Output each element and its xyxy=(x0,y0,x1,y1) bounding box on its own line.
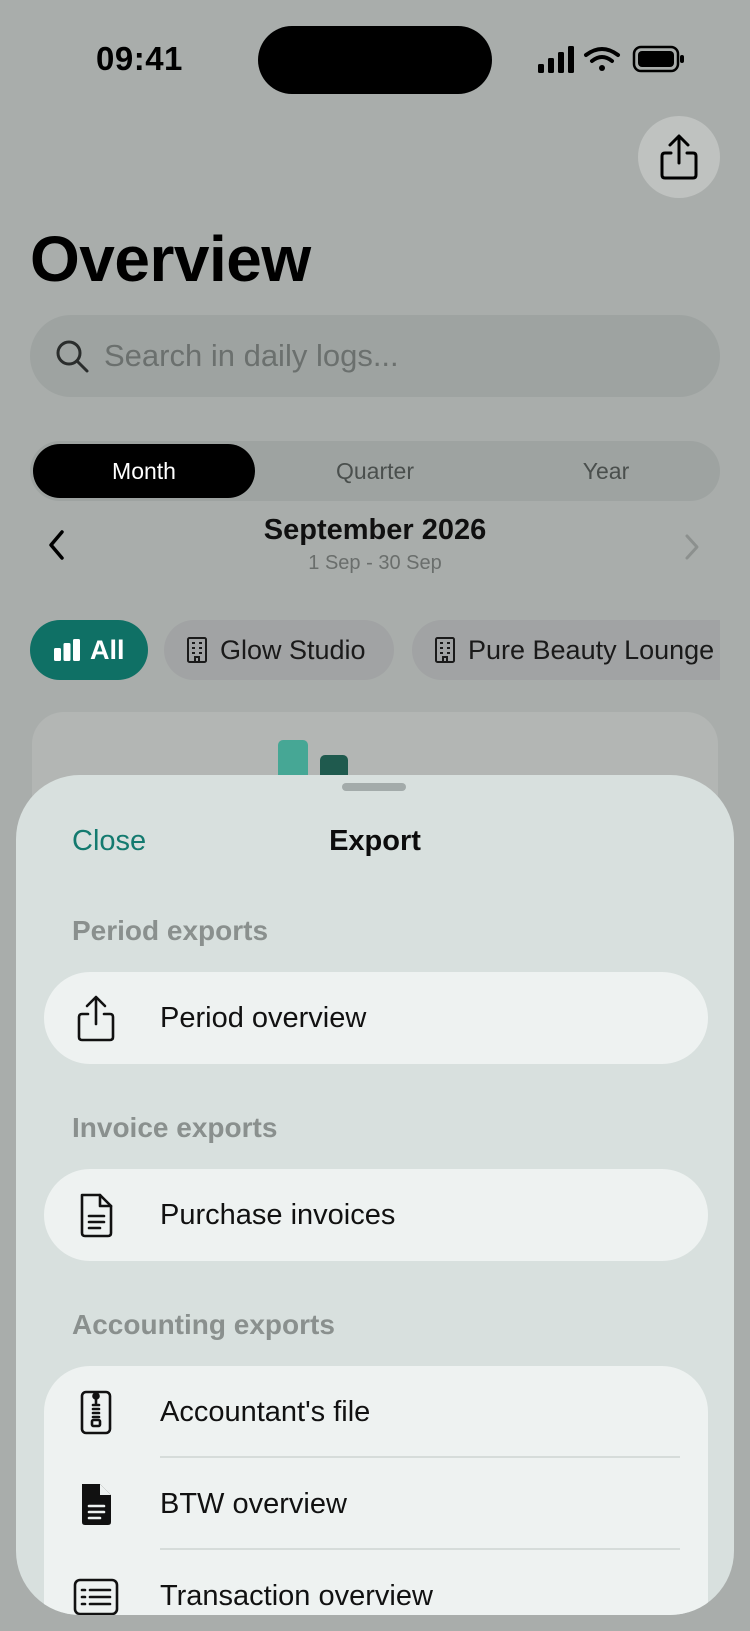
segment-year[interactable]: Year xyxy=(495,444,717,498)
list-icon xyxy=(73,1578,119,1615)
export-row-transaction-overview[interactable]: Transaction overview xyxy=(44,1550,708,1615)
period-range: 1 Sep - 30 Sep xyxy=(308,552,442,574)
filled-document-icon xyxy=(82,1484,111,1525)
period-segmented-control: Month Quarter Year xyxy=(30,441,720,501)
filter-chip-glow-studio[interactable]: Glow Studio xyxy=(164,620,394,680)
filter-chip-label: All xyxy=(90,634,125,665)
row-label: Accountant's file xyxy=(160,1395,371,1428)
export-row-btw-overview[interactable]: BTW overview xyxy=(44,1458,708,1550)
close-button[interactable]: Close xyxy=(72,825,146,858)
status-icons xyxy=(538,45,684,73)
document-icon xyxy=(80,1193,113,1238)
dynamic-island xyxy=(258,26,492,94)
row-label: Transaction overview xyxy=(160,1579,433,1612)
row-label: Purchase invoices xyxy=(160,1198,396,1231)
segment-quarter[interactable]: Quarter xyxy=(264,444,486,498)
invoice-exports-group: Purchase invoices xyxy=(44,1169,708,1261)
filter-chip-all[interactable]: All xyxy=(30,620,148,680)
export-row-period-overview[interactable]: Period overview xyxy=(44,972,708,1064)
signal-icon xyxy=(538,46,574,73)
share-icon xyxy=(660,134,698,180)
export-row-accountants-file[interactable]: Accountant's file xyxy=(44,1366,708,1458)
export-sheet: Export Close Period exports Period overv… xyxy=(16,775,734,1615)
segment-month[interactable]: Month xyxy=(33,444,255,498)
building-icon xyxy=(435,637,455,663)
filter-chip-label: Pure Beauty Lounge xyxy=(468,634,715,665)
accounting-exports-group: Accountant's file BTW overview Transacti… xyxy=(44,1366,708,1615)
sheet-grabber[interactable] xyxy=(342,783,406,791)
section-heading-invoice: Invoice exports xyxy=(72,1112,278,1143)
search-icon xyxy=(56,340,89,373)
chevron-right-icon[interactable] xyxy=(682,532,702,562)
filter-chip-label: Glow Studio xyxy=(220,634,366,665)
section-heading-accounting: Accounting exports xyxy=(72,1309,335,1340)
share-button[interactable] xyxy=(638,116,720,198)
row-label: BTW overview xyxy=(160,1487,347,1520)
search-input[interactable]: Search in daily logs... xyxy=(104,338,399,374)
page-title: Overview xyxy=(30,223,311,295)
bar-chart-icon xyxy=(54,639,80,661)
period-label: September 2026 xyxy=(263,514,487,546)
building-icon xyxy=(187,637,207,663)
filter-chip-pure-beauty-lounge[interactable]: Pure Beauty Lounge xyxy=(412,620,720,680)
export-row-purchase-invoices[interactable]: Purchase invoices xyxy=(44,1169,708,1261)
wifi-icon xyxy=(584,47,620,71)
search-bar[interactable]: Search in daily logs... xyxy=(30,315,720,397)
battery-icon xyxy=(632,45,684,73)
filter-chips: All Glow Studio Pure Beauty Lounge xyxy=(30,620,720,680)
share-icon xyxy=(77,995,115,1042)
zip-file-icon xyxy=(80,1390,112,1435)
row-label: Period overview xyxy=(160,1001,367,1034)
status-time: 09:41 xyxy=(96,40,183,77)
section-heading-period: Period exports xyxy=(72,915,269,946)
period-exports-group: Period overview xyxy=(44,972,708,1064)
